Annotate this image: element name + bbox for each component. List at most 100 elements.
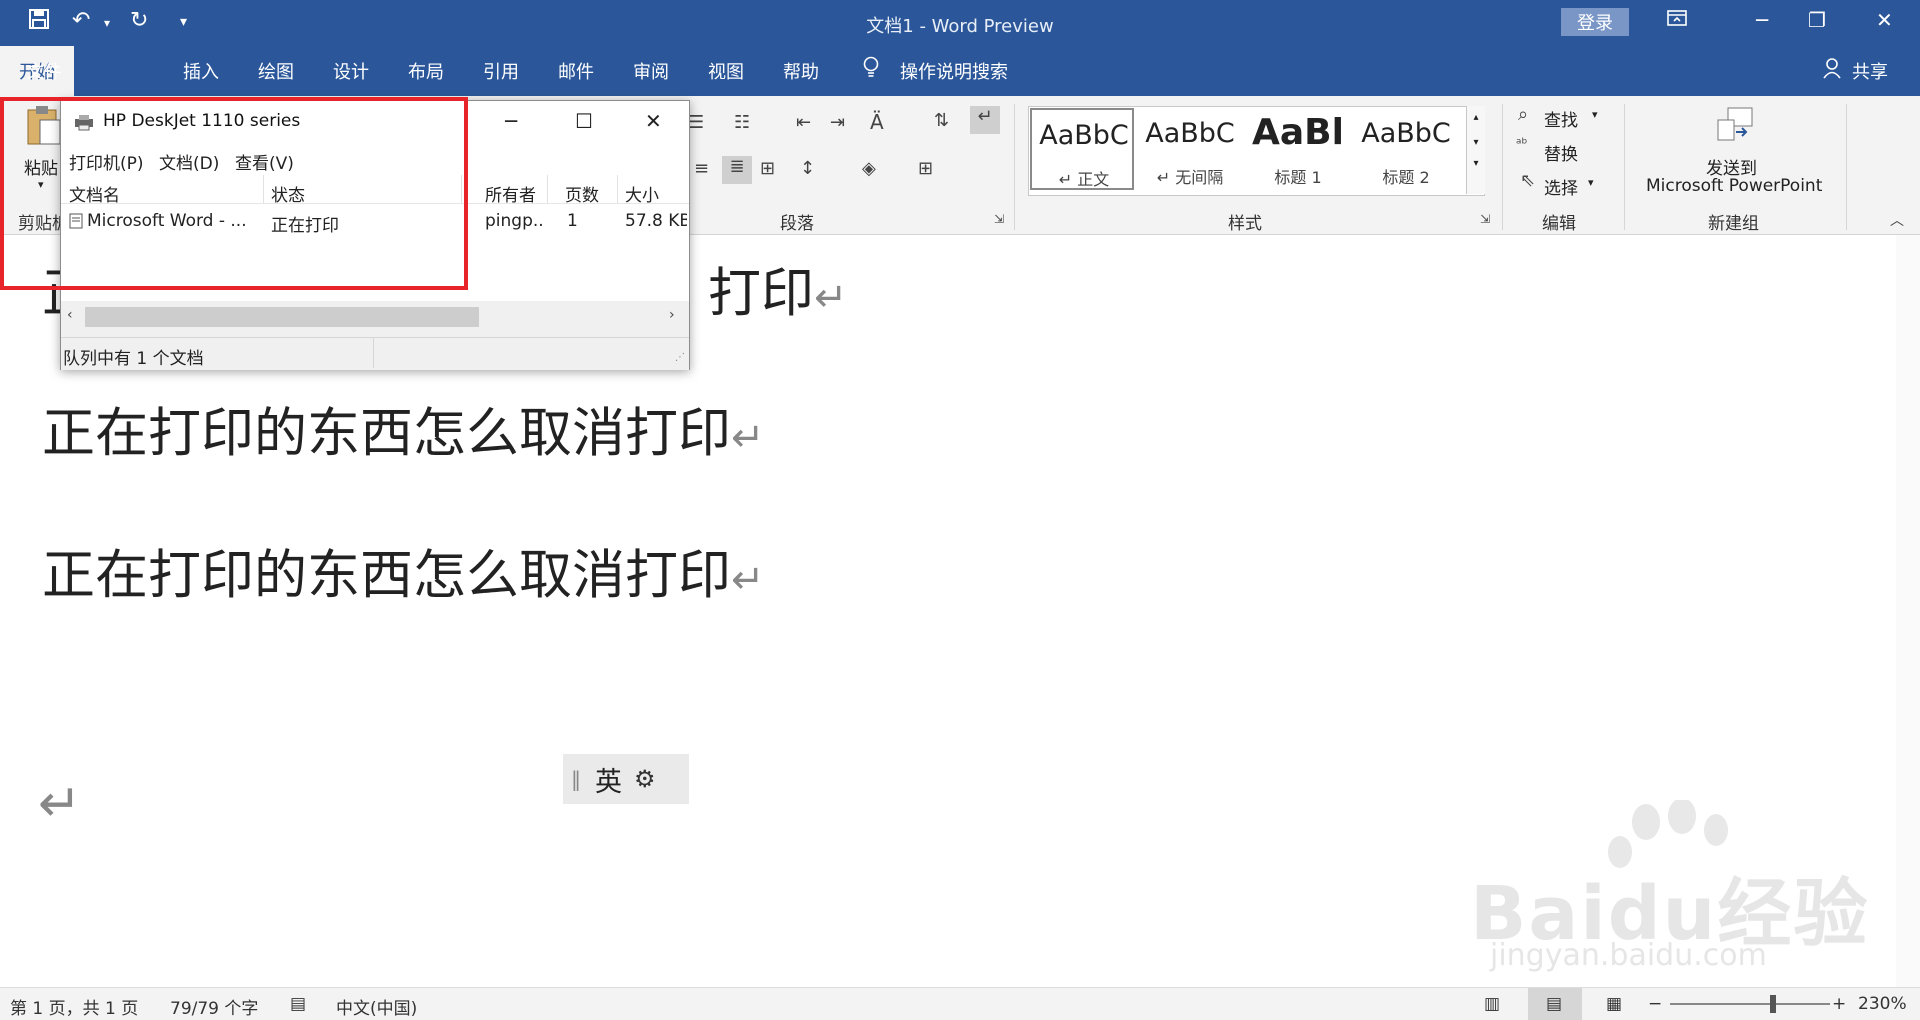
paragraph-launcher-icon[interactable]: ⇲ (994, 212, 1004, 226)
sort-icon[interactable]: ⇅ (934, 110, 949, 131)
replace-button[interactable]: 替换 (1544, 140, 1578, 165)
print-layout-icon: ▤ (1546, 994, 1563, 1014)
bullets-icon[interactable]: ☰ (688, 112, 704, 133)
doc-line-2[interactable]: 正在打印的东西怎么取消打印↵ (42, 391, 765, 467)
ime-toolbar[interactable]: ‖ 英 ⚙ (563, 754, 689, 804)
empty-paragraph[interactable]: ↵ (38, 773, 82, 834)
share-button[interactable]: 共享 (1852, 58, 1888, 84)
style-heading-2[interactable]: AaBbC 标题 2 (1354, 108, 1458, 190)
tab-view[interactable]: 视图 (708, 58, 744, 84)
justify-icon[interactable]: ≣ (722, 156, 752, 184)
resize-grip-icon[interactable]: ⋰ (675, 352, 685, 363)
scroll-down-icon[interactable]: ▾ (1467, 137, 1485, 148)
tab-file[interactable]: 文件 (26, 58, 62, 84)
tab-design[interactable]: 设计 (333, 58, 369, 84)
column-size[interactable]: 大小 (625, 181, 659, 206)
login-button[interactable]: 登录 (1561, 8, 1629, 36)
select-cursor-icon[interactable]: ⇖ (1520, 170, 1535, 191)
ribbon-display-options-icon[interactable] (1666, 8, 1688, 33)
borders-icon[interactable]: ⊞ (918, 158, 933, 179)
zoom-slider[interactable] (1670, 995, 1830, 1013)
vertical-scrollbar[interactable] (1896, 235, 1920, 987)
column-status[interactable]: 状态 (271, 181, 305, 206)
paragraph-mark: ↵ (38, 774, 82, 834)
more-styles-icon[interactable]: ▾ (1467, 158, 1485, 169)
align-left-icon[interactable]: ≡ (694, 158, 709, 179)
scroll-up-icon[interactable]: ▴ (1467, 112, 1485, 123)
close-icon[interactable]: ✕ (1876, 8, 1893, 32)
word-count[interactable]: 79/79 个字 (170, 994, 258, 1019)
scroll-right-icon[interactable]: › (669, 307, 675, 323)
menu-document[interactable]: 文档(D) (159, 149, 219, 174)
select-dropdown-icon[interactable]: ▾ (1588, 176, 1594, 189)
send-to-powerpoint-icon[interactable] (1716, 106, 1756, 148)
tab-insert[interactable]: 插入 (183, 58, 219, 84)
scroll-thumb[interactable] (85, 307, 479, 327)
find-button[interactable]: 查找 (1544, 106, 1578, 131)
ime-mode-toggle[interactable]: 英 (595, 760, 622, 799)
increase-indent-icon[interactable]: ⇥ (830, 112, 845, 133)
styles-group-label: 样式 (1228, 214, 1262, 234)
find-dropdown-icon[interactable]: ▾ (1592, 108, 1598, 121)
collapse-ribbon-icon[interactable]: ︿ (1890, 210, 1904, 230)
shading-icon[interactable]: ◈ (862, 158, 876, 179)
restore-icon[interactable]: ❐ (1808, 8, 1826, 32)
show-marks-icon[interactable]: ↵ (970, 106, 1000, 134)
tab-review[interactable]: 审阅 (633, 58, 669, 84)
line-spacing-icon[interactable]: ↕ (800, 158, 815, 179)
maximize-icon[interactable]: ☐ (575, 109, 593, 133)
tab-draw[interactable]: 绘图 (258, 58, 294, 84)
clipboard-icon[interactable] (24, 104, 64, 154)
tell-me-search[interactable]: 操作说明搜索 (900, 58, 1008, 84)
distributed-icon[interactable]: ⊞ (760, 158, 775, 179)
tab-layout[interactable]: 布局 (408, 58, 444, 84)
scroll-left-icon[interactable]: ‹ (67, 307, 73, 323)
ime-drag-handle[interactable]: ‖ (571, 767, 581, 791)
chinese-layout-icon[interactable]: Ä (870, 110, 884, 134)
page-count[interactable]: 第 1 页，共 1 页 (10, 994, 138, 1019)
send-to-powerpoint-button[interactable]: Microsoft PowerPoint (1646, 176, 1822, 196)
zoom-out-icon[interactable]: − (1648, 994, 1662, 1014)
numbering-icon[interactable]: ☷ (734, 112, 750, 133)
tab-mailings[interactable]: 邮件 (558, 58, 594, 84)
paragraph-mark: ↵ (731, 557, 765, 603)
horizontal-scrollbar[interactable]: ‹ › (61, 301, 689, 333)
tab-references[interactable]: 引用 (483, 58, 519, 84)
printer-icon (73, 113, 95, 135)
column-document-name[interactable]: 文档名 (69, 181, 120, 206)
style-normal[interactable]: AaBbC ↵ 正文 (1030, 108, 1134, 190)
styles-scroll[interactable]: ▴ ▾ ▾ (1466, 106, 1485, 194)
column-owner[interactable]: 所有者 (485, 181, 536, 206)
gear-icon[interactable]: ⚙ (634, 765, 656, 793)
zoom-slider-thumb[interactable] (1770, 995, 1776, 1013)
doc-line-3[interactable]: 正在打印的东西怎么取消打印↵ (42, 533, 765, 609)
minimize-icon[interactable]: ─ (505, 109, 517, 133)
column-pages[interactable]: 页数 (565, 181, 599, 206)
paste-button[interactable]: 粘贴 (24, 154, 58, 179)
lightbulb-icon (862, 56, 880, 85)
print-layout-button[interactable]: ▤ (1528, 988, 1582, 1020)
cell-pages: 1 (567, 211, 578, 231)
zoom-level[interactable]: 230% (1858, 994, 1907, 1014)
close-icon[interactable]: ✕ (645, 109, 662, 133)
menu-view[interactable]: 查看(V) (235, 149, 294, 174)
language-indicator[interactable]: 中文(中国) (336, 994, 417, 1019)
replace-icon[interactable]: ᵃᵇ (1516, 136, 1527, 152)
print-queue-statusbar: 队列中有 1 个文档 ⋰ (61, 337, 689, 370)
read-mode-icon[interactable]: ▥ (1484, 994, 1500, 1014)
select-button[interactable]: 选择 (1544, 174, 1578, 199)
style-heading-1[interactable]: AaBl 标题 1 (1246, 108, 1350, 190)
decrease-indent-icon[interactable]: ⇤ (796, 112, 811, 133)
styles-launcher-icon[interactable]: ⇲ (1480, 212, 1490, 226)
style-no-spacing[interactable]: AaBbC ↵ 无间隔 (1138, 108, 1242, 190)
newgroup-group-label: 新建组 (1708, 214, 1759, 234)
find-icon[interactable]: ⌕ (1518, 104, 1528, 125)
menu-printer[interactable]: 打印机(P) (69, 149, 144, 174)
zoom-in-icon[interactable]: + (1832, 994, 1846, 1014)
print-queue-titlebar[interactable]: HP DeskJet 1110 series ─ ☐ ✕ (61, 101, 689, 145)
minimize-icon[interactable]: ─ (1756, 8, 1768, 32)
paste-dropdown-icon[interactable]: ▾ (38, 178, 44, 191)
tab-help[interactable]: 帮助 (783, 58, 819, 84)
proofing-icon[interactable]: ▤ (290, 994, 306, 1014)
web-layout-icon[interactable]: ▦ (1606, 994, 1622, 1014)
